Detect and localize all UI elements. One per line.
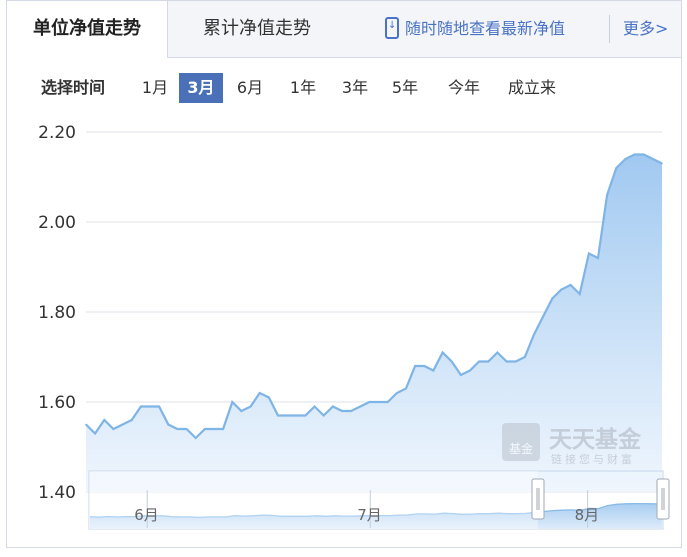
data-point (359, 405, 362, 408)
data-point (405, 387, 407, 390)
data-point (313, 405, 316, 408)
data-point (560, 288, 563, 291)
data-point (149, 405, 151, 408)
data-point (112, 428, 115, 430)
data-point (85, 423, 87, 426)
data-point (304, 414, 307, 417)
data-point (185, 428, 188, 430)
navigator-month-label: 6月 (134, 506, 159, 524)
data-point (121, 423, 124, 426)
data-point (322, 414, 325, 417)
data-point (396, 392, 398, 394)
data-point (661, 162, 663, 165)
data-point (533, 333, 535, 336)
data-point (642, 153, 645, 156)
data-point (578, 293, 581, 295)
data-point (588, 252, 590, 255)
data-point (450, 360, 453, 363)
data-point (231, 401, 234, 403)
data-point (341, 410, 343, 412)
data-point (386, 401, 389, 403)
data-point (140, 405, 142, 408)
data-point (167, 423, 170, 426)
watermark-logo-text: 基金 (509, 441, 533, 456)
data-point (213, 428, 215, 430)
data-point (597, 257, 599, 259)
data-point (377, 401, 380, 403)
data-point (432, 369, 435, 372)
navigator-month-label: 7月 (357, 506, 382, 524)
data-point (441, 351, 444, 354)
data-point (130, 419, 133, 421)
data-point (460, 374, 462, 376)
data-point (505, 360, 508, 363)
watermark-brand: 天天基金 (549, 426, 642, 453)
data-point (496, 351, 499, 354)
data-point (277, 414, 279, 417)
data-point (542, 315, 544, 318)
data-point (514, 360, 517, 363)
data-point (103, 419, 106, 421)
data-point (551, 297, 554, 300)
data-point (414, 365, 416, 367)
data-point (469, 369, 471, 372)
y-tick-label: 1.80 (38, 303, 76, 323)
navigator-right-handle[interactable] (656, 478, 670, 520)
data-point (295, 414, 298, 417)
y-tick-label: 2.20 (38, 123, 76, 143)
data-point (633, 153, 636, 156)
data-point (606, 194, 608, 196)
data-point (258, 392, 261, 394)
data-point (194, 437, 197, 439)
data-point (268, 396, 270, 399)
data-point (368, 401, 371, 403)
y-axis: 1.40 1.60 1.80 2.00 2.20 (38, 123, 76, 503)
y-tick-label: 1.60 (38, 393, 76, 413)
data-point (249, 405, 252, 408)
data-point (222, 428, 224, 430)
navigator-left-handle[interactable] (531, 478, 545, 520)
data-point (487, 360, 490, 363)
data-point (176, 428, 179, 430)
nav-area-chart: 1.40 1.60 1.80 2.00 2.20 基金 天天基金 链接您与财富 6月 7月… (38, 123, 670, 530)
data-point (652, 158, 654, 160)
watermark: 基金 天天基金 链接您与财富 (502, 423, 642, 466)
y-tick-label: 1.40 (38, 483, 76, 503)
data-point (350, 410, 352, 412)
data-point (240, 410, 243, 412)
data-point (569, 284, 572, 286)
data-point (524, 356, 526, 358)
data-point (478, 360, 480, 363)
navigator-month-label: 8月 (575, 506, 600, 524)
data-point (423, 365, 426, 367)
data-point (332, 405, 334, 408)
data-point (204, 428, 206, 430)
data-point (158, 405, 160, 408)
data-point (286, 414, 288, 417)
y-tick-label: 2.00 (38, 213, 76, 233)
data-point (615, 167, 618, 169)
data-point (94, 432, 96, 435)
data-point (624, 158, 627, 160)
watermark-slogan: 链接您与财富 (551, 452, 635, 466)
